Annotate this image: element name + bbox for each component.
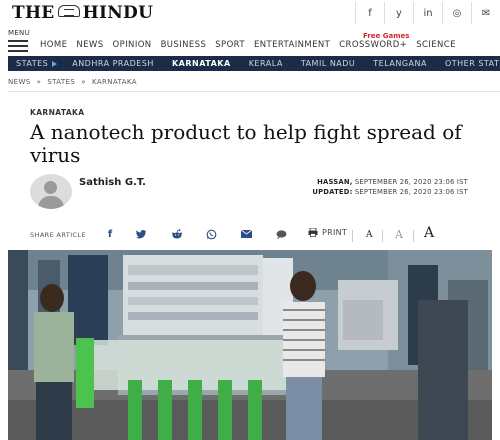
nav-science[interactable]: SCIENCE <box>416 40 456 50</box>
author-name[interactable]: Sathish G.T. <box>79 177 146 188</box>
menu-label: MENU <box>8 29 31 37</box>
main-nav: HOME NEWS OPINION BUSINESS SPORT ENTERTA… <box>40 40 456 50</box>
state-other-states[interactable]: OTHER STATES <box>436 59 500 68</box>
social-links: f y in ◎ ✉ <box>355 2 500 24</box>
logo-text-right: HINDU <box>82 3 154 23</box>
nav-opinion[interactable]: OPINION <box>113 40 152 50</box>
facebook-icon[interactable]: f <box>355 2 384 24</box>
site-logo[interactable]: THE HINDU <box>12 3 153 23</box>
article-photo[interactable] <box>8 250 492 440</box>
article-kicker[interactable]: KARNATAKA <box>30 108 84 117</box>
breadcrumb: NEWS » STATES » KARNATAKA <box>8 78 137 86</box>
top-bar: THE HINDU f y in ◎ ✉ <box>0 0 500 26</box>
breadcrumb-karnataka[interactable]: KARNATAKA <box>92 78 137 86</box>
breadcrumb-states[interactable]: STATES <box>47 78 75 86</box>
logo-text-left: THE <box>12 3 55 23</box>
main-nav-row: MENU Free Games HOME NEWS OPINION BUSINE… <box>0 27 500 55</box>
font-size-medium-button[interactable]: A <box>395 228 403 241</box>
share-facebook-icon[interactable]: f <box>100 226 120 242</box>
updated-date: SEPTEMBER 26, 2020 23:06 IST <box>354 188 468 196</box>
linkedin-icon[interactable]: in <box>413 2 442 24</box>
font-size-small-button[interactable]: A <box>366 230 373 240</box>
divider <box>382 230 383 242</box>
divider <box>8 91 500 92</box>
divider <box>413 230 414 242</box>
state-kerala[interactable]: KERALA <box>240 59 292 68</box>
hamburger-icon <box>8 40 32 52</box>
breadcrumb-separator: » <box>36 78 42 86</box>
page-title: A nanotech product to help fight spread … <box>30 120 462 167</box>
share-reddit-icon[interactable] <box>167 226 187 242</box>
article-dates: HASSAN, SEPTEMBER 26, 2020 23:06 IST UPD… <box>312 177 468 197</box>
print-label: PRINT <box>322 228 348 237</box>
state-karnataka[interactable]: KARNATAKA <box>163 59 240 68</box>
breadcrumb-separator: » <box>81 78 86 86</box>
state-tamil-nadu[interactable]: TAMIL NADU <box>292 59 364 68</box>
nav-sport[interactable]: SPORT <box>215 40 245 50</box>
email-icon[interactable]: ✉ <box>471 2 500 24</box>
instagram-icon[interactable]: ◎ <box>442 2 471 24</box>
share-whatsapp-icon[interactable] <box>201 226 221 242</box>
share-email-icon[interactable] <box>236 226 256 242</box>
share-twitter-icon[interactable] <box>131 226 151 242</box>
nav-crossword[interactable]: CROSSWORD+ <box>339 40 407 50</box>
breadcrumb-news[interactable]: NEWS <box>8 78 31 86</box>
logo-seal-icon <box>57 5 80 17</box>
avatar[interactable] <box>30 174 72 209</box>
twitter-icon[interactable]: y <box>384 2 413 24</box>
states-dropdown[interactable]: STATES <box>8 59 63 68</box>
share-toolbar: SHARE ARTICLE f PRINT A A A <box>30 222 470 248</box>
nav-home[interactable]: HOME <box>40 40 67 50</box>
share-comment-icon[interactable] <box>271 226 291 242</box>
print-button[interactable]: PRINT <box>308 228 347 237</box>
nav-news[interactable]: NEWS <box>76 40 103 50</box>
states-bar: STATES ANDHRA PRADESH KARNATAKA KERALA T… <box>8 56 500 71</box>
states-label: STATES <box>16 59 49 68</box>
updated-label: UPDATED: <box>312 188 353 196</box>
menu-button[interactable]: MENU <box>8 29 32 52</box>
nav-entertainment[interactable]: ENTERTAINMENT <box>254 40 330 50</box>
share-article-label: SHARE ARTICLE <box>30 231 86 239</box>
caret-right-icon <box>52 60 58 67</box>
font-size-large-button[interactable]: A <box>424 225 434 241</box>
nav-business[interactable]: BUSINESS <box>161 40 207 50</box>
state-telangana[interactable]: TELANGANA <box>364 59 436 68</box>
dateline-place: HASSAN, <box>317 178 353 186</box>
printer-icon <box>308 228 318 237</box>
published-date: SEPTEMBER 26, 2020 23:06 IST <box>354 178 468 186</box>
free-games-label[interactable]: Free Games <box>363 32 409 40</box>
divider <box>352 230 353 242</box>
state-andhra-pradesh[interactable]: ANDHRA PRADESH <box>63 59 163 68</box>
